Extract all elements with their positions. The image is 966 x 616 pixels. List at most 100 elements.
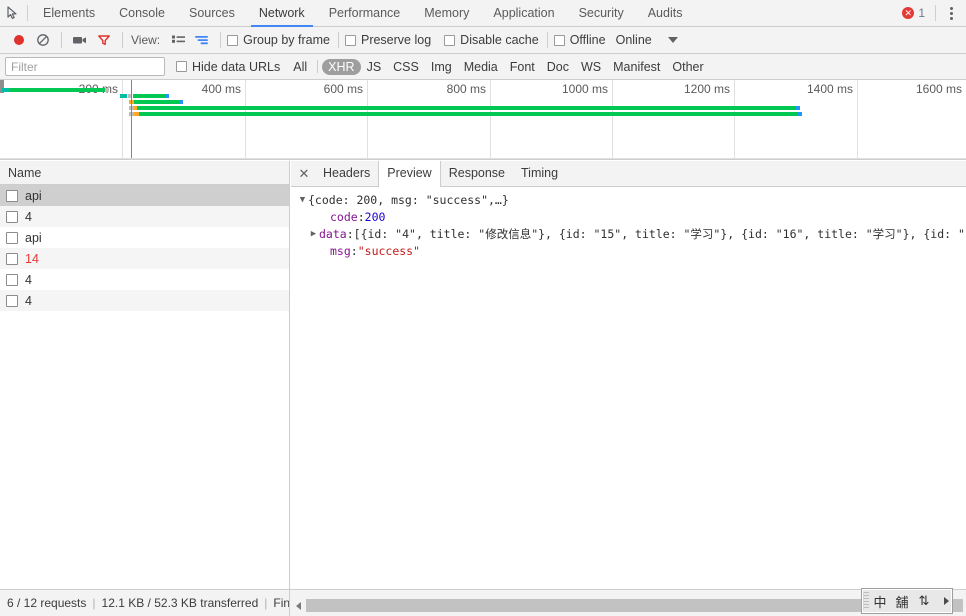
status-requests: 6 / 12 requests <box>7 596 87 610</box>
clear-prohibited-icon[interactable] <box>31 28 55 52</box>
overview-tick-line <box>367 80 368 159</box>
filter-type-img[interactable]: Img <box>425 59 458 75</box>
row-checkbox[interactable] <box>6 294 18 307</box>
overview-bar-segment <box>165 94 169 98</box>
json-value-data: [{id: "4", title: "修改信息"}, {id: "15", ti… <box>353 227 966 241</box>
funnel-icon[interactable] <box>92 28 116 52</box>
overview-bar-segment <box>120 94 127 98</box>
network-overview-timeline[interactable]: 200 ms400 ms600 ms800 ms1000 ms1200 ms14… <box>0 80 966 160</box>
preserve-log-label: Preserve log <box>360 33 432 47</box>
dom-content-loaded-marker <box>131 80 132 159</box>
filter-type-js[interactable]: JS <box>361 59 388 75</box>
ime-mode-button[interactable]: 舖 <box>891 590 913 612</box>
ime-toolbar[interactable]: 中 舖 ⇅ <box>861 588 953 614</box>
json-root-summary: {code: 200, msg: "success",…} <box>308 193 509 207</box>
overview-bar <box>0 94 966 98</box>
overview-tick-line <box>245 80 246 159</box>
filter-type-manifest[interactable]: Manifest <box>607 59 666 75</box>
filter-type-ws[interactable]: WS <box>575 59 607 75</box>
table-row[interactable]: 4 <box>0 206 289 227</box>
tab-elements[interactable]: Elements <box>31 0 107 27</box>
table-row[interactable]: api <box>0 185 289 206</box>
filter-type-font[interactable]: Font <box>504 59 541 75</box>
row-checkbox[interactable] <box>6 210 18 223</box>
error-count-badge[interactable]: ✕ 1 <box>898 6 929 20</box>
filter-type-doc[interactable]: Doc <box>541 59 575 75</box>
overview-bar-segment <box>2 88 9 92</box>
group-by-frame-box[interactable] <box>227 34 239 46</box>
preserve-log-checkbox[interactable]: Preserve log <box>344 33 432 47</box>
more-vertical-icon[interactable] <box>942 2 960 24</box>
close-icon[interactable]: ✕ <box>293 161 315 186</box>
table-row[interactable]: 4 <box>0 269 289 290</box>
tab-memory[interactable]: Memory <box>412 0 481 27</box>
tab-elements-label: Elements <box>43 5 96 20</box>
throttling-value[interactable]: Online <box>616 33 652 47</box>
hide-data-urls-box[interactable] <box>176 61 187 72</box>
ime-language-button[interactable]: 中 <box>869 590 891 612</box>
tab-audits-label: Audits <box>647 5 683 20</box>
status-transferred: 12.1 KB / 52.3 KB transferred <box>101 596 259 610</box>
expand-triangle-data-icon[interactable]: ▶ <box>308 226 319 243</box>
camera-icon[interactable] <box>68 28 92 52</box>
tab-console[interactable]: Console <box>107 0 177 27</box>
table-row[interactable]: api <box>0 227 289 248</box>
waterfall-view-icon[interactable] <box>190 28 214 52</box>
list-view-icon[interactable] <box>166 28 190 52</box>
tab-security[interactable]: Security <box>567 0 636 27</box>
expand-triangle-root-icon[interactable]: ▼ <box>297 192 308 209</box>
hide-data-urls-checkbox[interactable]: Hide data URLs <box>176 60 280 74</box>
filter-input[interactable] <box>5 57 165 76</box>
tab-response[interactable]: Response <box>441 161 513 186</box>
request-name: 14 <box>25 251 39 266</box>
offline-checkbox[interactable]: Offline <box>553 33 606 47</box>
row-checkbox[interactable] <box>6 231 18 244</box>
filter-type-media[interactable]: Media <box>458 59 504 75</box>
disable-cache-checkbox[interactable]: Disable cache <box>444 33 539 47</box>
row-checkbox[interactable] <box>6 189 18 202</box>
overview-bar-segment <box>798 112 802 116</box>
tab-network[interactable]: Network <box>247 0 317 27</box>
tab-performance[interactable]: Performance <box>317 0 413 27</box>
tab-timing[interactable]: Timing <box>513 161 566 186</box>
ime-shape-button[interactable]: ⇅ <box>913 590 935 612</box>
preserve-log-box[interactable] <box>344 34 356 46</box>
toolbar-divider-3 <box>220 32 222 48</box>
request-detail-pane: ✕ Headers Preview Response Timing ▼ {cod… <box>291 161 966 589</box>
chevron-right-icon[interactable] <box>940 590 952 612</box>
chevron-down-icon[interactable] <box>667 37 678 43</box>
row-checkbox[interactable] <box>6 273 18 286</box>
tab-audits[interactable]: Audits <box>636 0 695 27</box>
filter-type-other[interactable]: Other <box>666 59 709 75</box>
disable-cache-box[interactable] <box>444 34 456 46</box>
json-line-code: ▸ code : 200 <box>297 209 966 226</box>
overview-bar <box>0 88 966 92</box>
tabstrip-actions: ✕ 1 <box>898 0 966 27</box>
record-circle-icon[interactable] <box>7 28 31 52</box>
overview-tick-line <box>122 80 123 159</box>
tab-preview[interactable]: Preview <box>378 161 441 187</box>
status-finish: Fin... <box>273 596 290 610</box>
overview-bar <box>0 106 966 110</box>
json-root-line[interactable]: ▼ {code: 200, msg: "success",…} <box>297 192 966 209</box>
detail-tabs: ✕ Headers Preview Response Timing <box>291 161 966 187</box>
tab-sources-label: Sources <box>188 5 235 20</box>
filter-type-xhr[interactable]: XHR <box>322 58 361 75</box>
table-row[interactable]: 4 <box>0 290 289 311</box>
chevron-left-icon[interactable] <box>291 598 306 613</box>
inspect-element-icon[interactable] <box>0 0 26 26</box>
filter-type-css[interactable]: CSS <box>387 59 425 75</box>
filter-type-all[interactable]: All <box>287 59 313 75</box>
tab-sources[interactable]: Sources <box>177 0 247 27</box>
json-line-data[interactable]: ▶ data : [{id: "4", title: "修改信息"}, {id:… <box>297 226 966 243</box>
json-key-data: data <box>319 227 347 241</box>
offline-box[interactable] <box>553 34 565 46</box>
tab-application[interactable]: Application <box>481 0 566 27</box>
tab-headers[interactable]: Headers <box>315 161 378 186</box>
group-by-frame-checkbox[interactable]: Group by frame <box>227 33 330 47</box>
table-row[interactable]: 14 <box>0 248 289 269</box>
overview-bar-segment <box>137 106 796 110</box>
status-divider-1: | <box>92 596 96 610</box>
resource-type-filters: All XHR JS CSS Img Media Font Doc WS Man… <box>287 58 709 75</box>
row-checkbox[interactable] <box>6 252 18 265</box>
